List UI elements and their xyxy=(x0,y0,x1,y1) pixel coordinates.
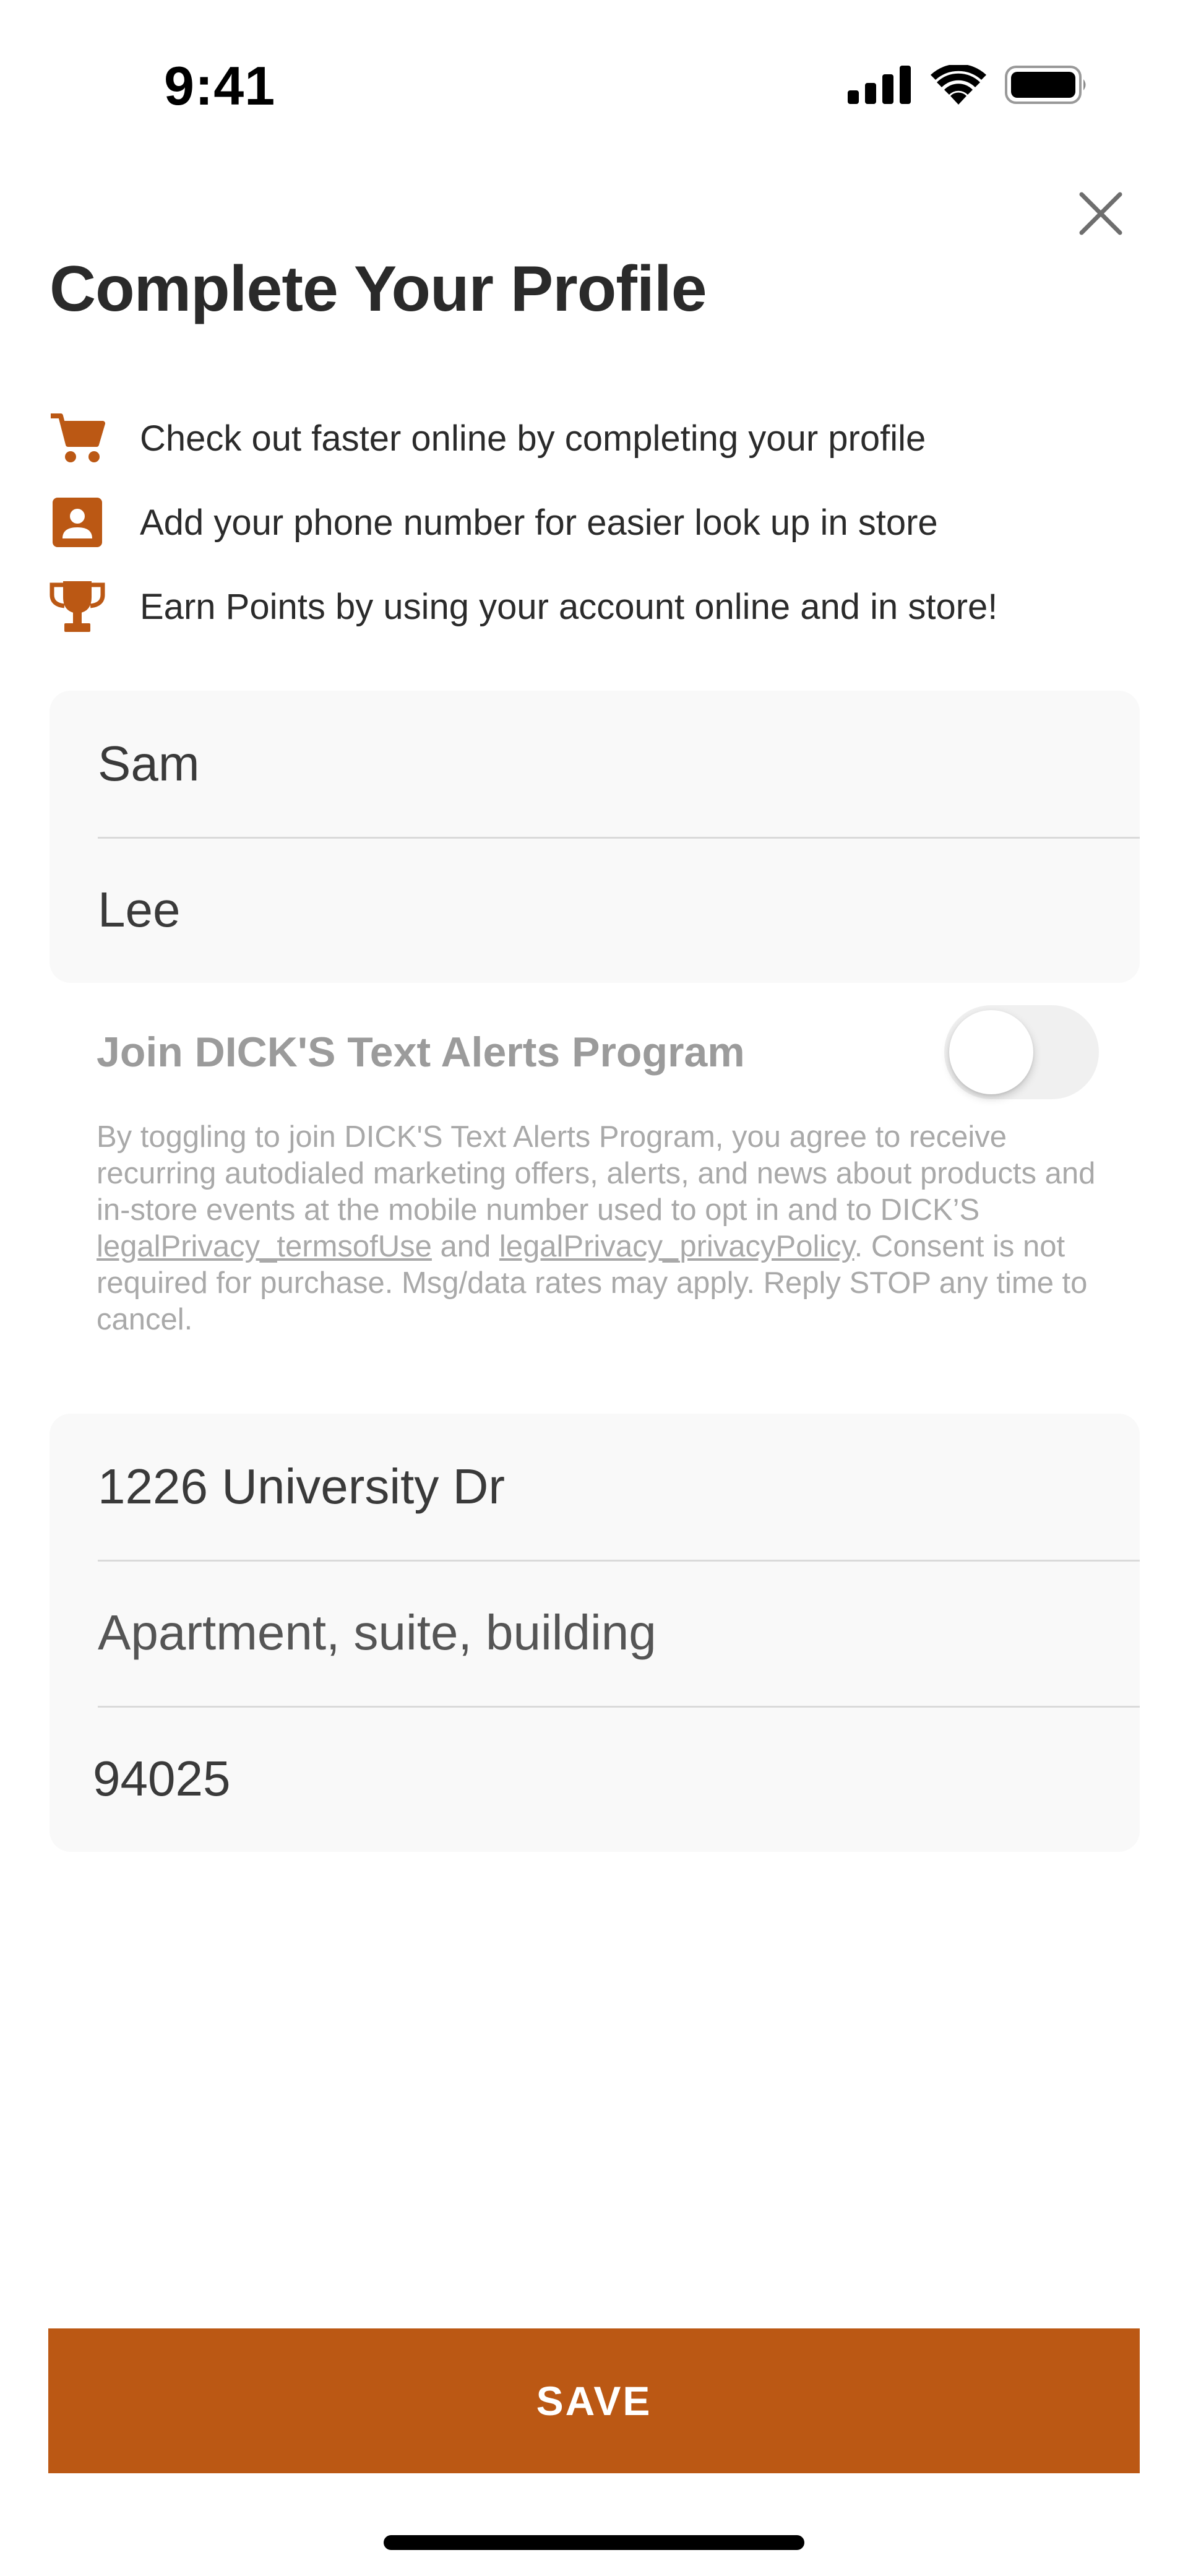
apartment-field[interactable] xyxy=(98,1604,1140,1661)
benefit-text: Earn Points by using your account online… xyxy=(140,586,998,627)
privacy-policy-link[interactable]: legalPrivacy_privacyPolicy xyxy=(499,1230,854,1263)
benefits-list: Check out faster online by completing yo… xyxy=(50,396,1138,649)
first-name-field[interactable] xyxy=(98,735,1140,792)
zip-code-field[interactable] xyxy=(93,1750,1140,1807)
benefit-item: Add your phone number for easier look up… xyxy=(50,480,1138,564)
cart-icon xyxy=(50,410,105,466)
status-time: 9:41 xyxy=(164,55,276,116)
legal-text: and xyxy=(431,1230,499,1263)
contact-icon xyxy=(50,495,105,550)
last-name-row xyxy=(50,837,1140,983)
zip-row xyxy=(50,1706,1140,1852)
close-button[interactable] xyxy=(1073,186,1129,241)
benefit-item: Check out faster online by completing yo… xyxy=(50,396,1138,480)
signal-icon xyxy=(848,66,912,107)
legal-disclaimer: By toggling to join DICK'S Text Alerts P… xyxy=(97,1119,1099,1338)
street-row xyxy=(50,1414,1140,1560)
status-icons xyxy=(848,64,1089,108)
first-name-row xyxy=(50,691,1140,837)
status-bar: 9:41 xyxy=(0,0,1188,173)
benefit-item: Earn Points by using your account online… xyxy=(50,564,1138,649)
text-alerts-label: Join DICK'S Text Alerts Program xyxy=(97,1029,745,1076)
toggle-knob xyxy=(949,1010,1033,1094)
address-field-group xyxy=(50,1414,1140,1852)
home-indicator xyxy=(384,2535,804,2550)
trophy-icon xyxy=(50,579,105,634)
text-alerts-row: Join DICK'S Text Alerts Program xyxy=(97,1003,1099,1102)
wifi-icon xyxy=(931,64,986,108)
legal-text: By toggling to join DICK'S Text Alerts P… xyxy=(97,1120,1096,1227)
benefit-text: Check out faster online by completing yo… xyxy=(140,418,926,459)
street-address-field[interactable] xyxy=(98,1458,1140,1515)
text-alerts-toggle[interactable] xyxy=(944,1005,1099,1099)
name-field-group xyxy=(50,691,1140,983)
page-title: Complete Your Profile xyxy=(50,253,707,325)
terms-of-use-link[interactable]: legalPrivacy_termsofUse xyxy=(97,1230,432,1263)
battery-icon xyxy=(1005,66,1089,107)
apartment-row xyxy=(50,1560,1140,1706)
last-name-field[interactable] xyxy=(98,881,1140,938)
benefit-text: Add your phone number for easier look up… xyxy=(140,502,938,543)
close-icon xyxy=(1079,192,1122,235)
save-button[interactable]: SAVE xyxy=(48,2328,1140,2473)
